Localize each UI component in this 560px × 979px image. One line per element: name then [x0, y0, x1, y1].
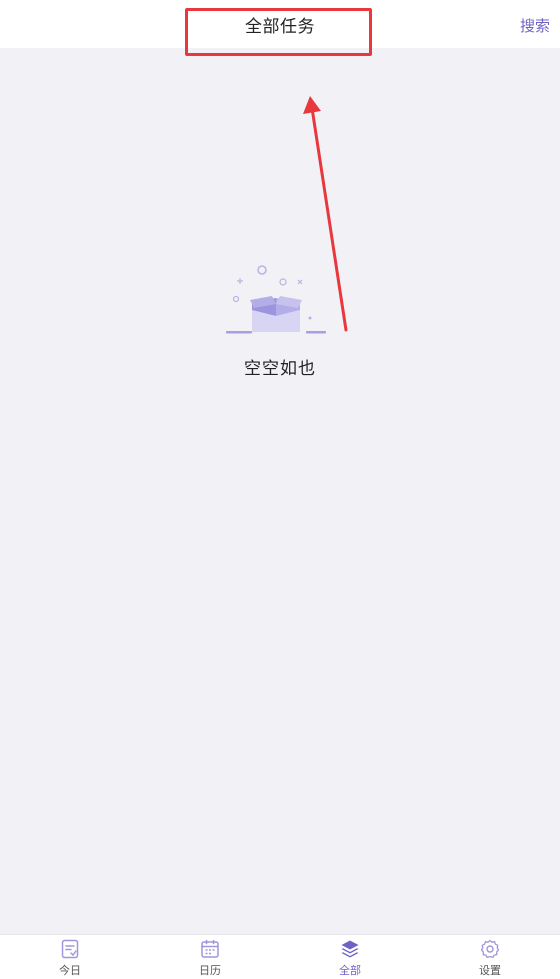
- today-list-icon: [61, 939, 79, 959]
- empty-box-icon: [226, 265, 326, 334]
- layers-icon: [341, 940, 359, 958]
- tab-today[interactable]: 今日: [0, 935, 140, 979]
- tab-settings-label: 设置: [479, 964, 501, 977]
- tab-calendar-label: 日历: [199, 964, 221, 977]
- bottom-tab-bar: 今日 日历 全部 设置: [0, 934, 560, 979]
- top-nav-bar: 全部任务 搜索: [0, 0, 560, 48]
- empty-state: 空空如也: [0, 258, 560, 388]
- calendar-icon: [201, 939, 219, 958]
- tab-today-label: 今日: [59, 964, 81, 977]
- app-screen: 全部任务 搜索 空空如也 今日 日历 全部 设置: [0, 0, 560, 979]
- tab-calendar[interactable]: 日历: [140, 935, 280, 979]
- tab-settings[interactable]: 设置: [420, 935, 560, 979]
- gear-icon: [480, 939, 500, 959]
- page-title: 全部任务: [245, 17, 315, 37]
- tab-all-label: 全部: [339, 964, 361, 977]
- empty-state-text: 空空如也: [244, 359, 316, 379]
- tab-all[interactable]: 全部: [280, 935, 420, 979]
- search-button[interactable]: 搜索: [520, 15, 550, 36]
